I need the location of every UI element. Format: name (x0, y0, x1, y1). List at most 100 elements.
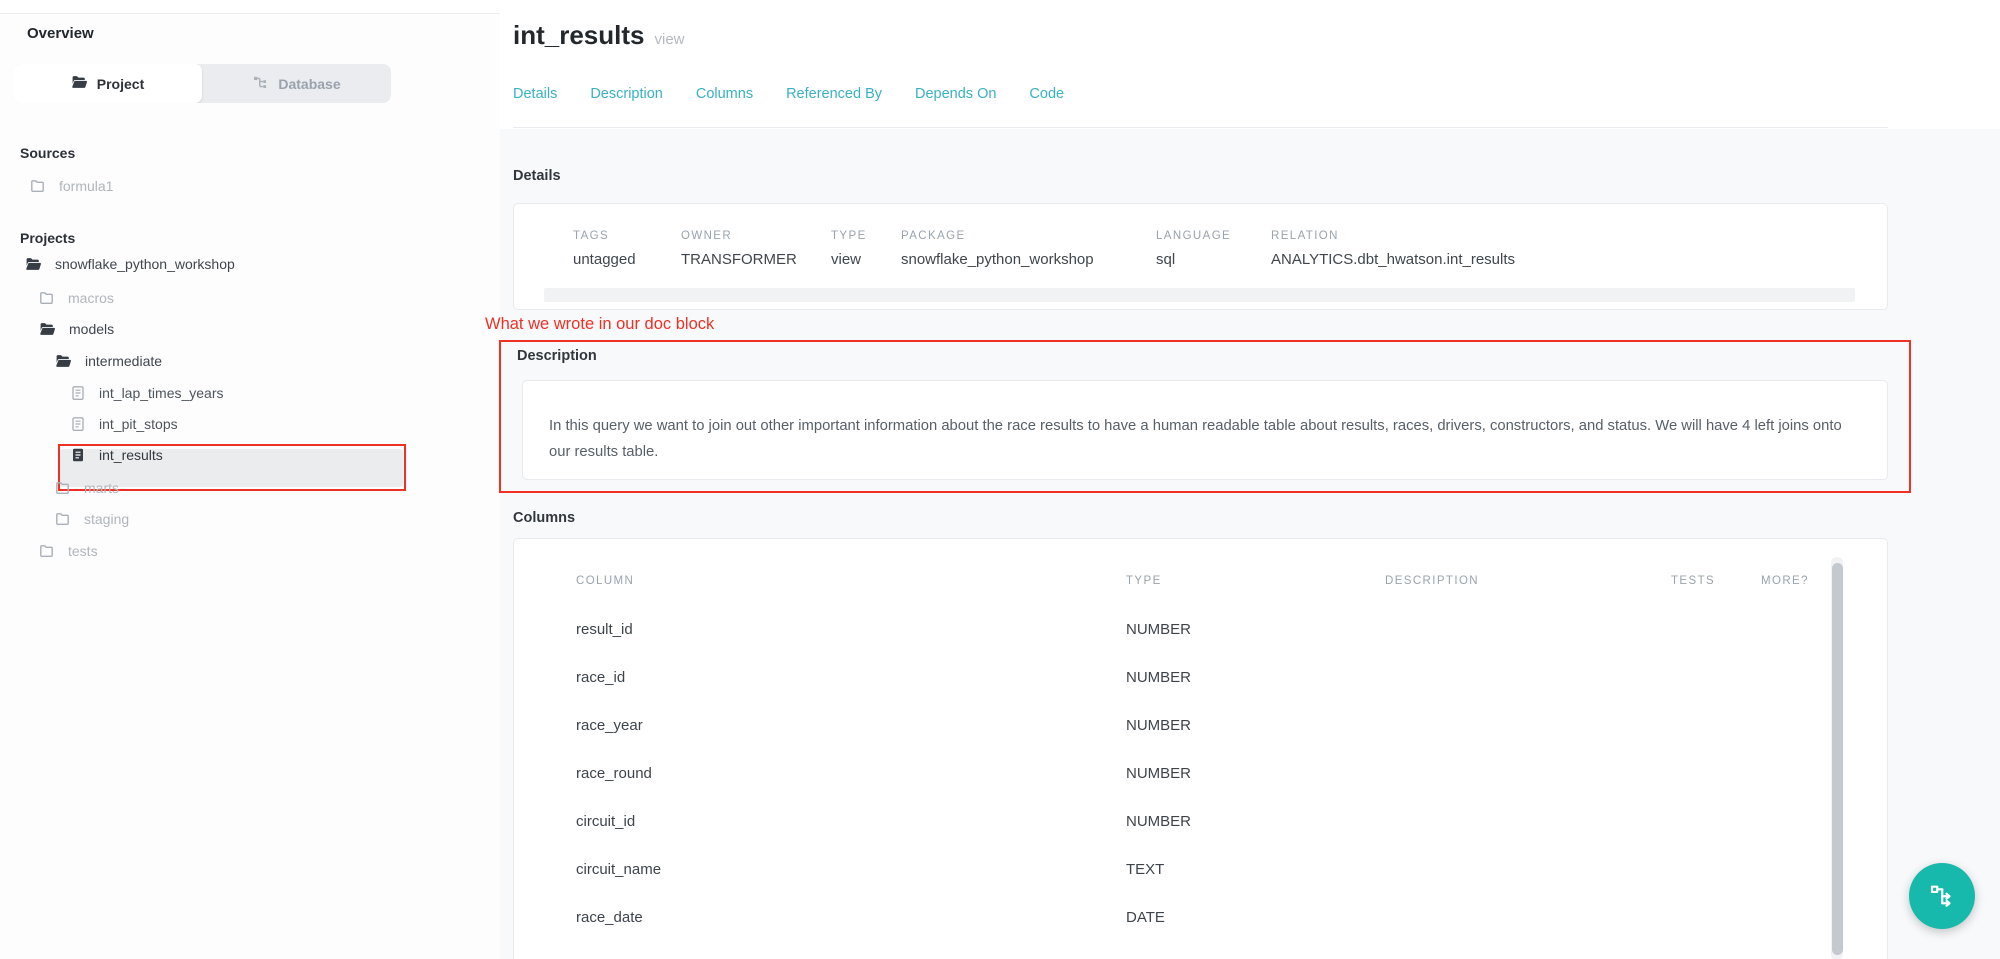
tab-referenced-by[interactable]: Referenced By (786, 86, 882, 102)
tree-item-intermediate[interactable]: intermediate (55, 346, 162, 376)
folder-open-icon (55, 353, 72, 370)
document-filled-icon (70, 447, 86, 463)
tree-item-label: snowflake_python_workshop (55, 256, 235, 272)
cell-column-name: circuit_id (576, 813, 1126, 830)
cell-column-name: race_date (576, 909, 1126, 926)
table-row-race_time[interactable]: race_time TIME (514, 941, 1887, 959)
toggle-database-button[interactable]: Database (202, 64, 391, 103)
column-header-type: TYPE (1126, 575, 1162, 587)
tree-item-int_pit_stops[interactable]: int_pit_stops (70, 409, 178, 439)
cell-column-name: result_id (576, 621, 1126, 638)
folder-open-icon (39, 321, 56, 338)
folder-icon (30, 178, 46, 194)
details-field-owner: OWNER TRANSFORMER (681, 230, 797, 268)
cell-column-name: race_round (576, 765, 1126, 782)
view-toggle: Project Database (13, 64, 391, 103)
toggle-project-label: Project (97, 76, 144, 92)
materialization-badge: view (655, 31, 685, 48)
source-item-label: formula1 (59, 178, 113, 194)
toggle-database-label: Database (278, 76, 340, 92)
column-header-more: MORE? (1761, 575, 1809, 587)
lineage-graph-button[interactable] (1909, 863, 1975, 929)
tree-item-int_lap_times_years[interactable]: int_lap_times_years (70, 378, 224, 408)
projects-section-label: Projects (20, 230, 75, 246)
details-card: TAGS untagged OWNER TRANSFORMER TYPE vie… (513, 203, 1888, 310)
tree-item-label: models (69, 321, 114, 337)
model-name: int_results (513, 20, 645, 50)
tab-details[interactable]: Details (513, 86, 557, 102)
field-value: ANALYTICS.dbt_hwatson.int_results (1271, 251, 1515, 268)
folder-open-icon (25, 256, 42, 273)
cell-column-type: DATE (1126, 909, 1165, 926)
cell-column-type: NUMBER (1126, 813, 1191, 830)
tree-item-staging[interactable]: staging (55, 504, 129, 534)
folder-open-icon (71, 74, 88, 94)
field-label: OWNER (681, 230, 797, 242)
field-label: LANGUAGE (1156, 230, 1231, 242)
details-field-tags: TAGS untagged (573, 230, 636, 268)
folder-icon (55, 511, 71, 527)
cell-column-name: race_id (576, 669, 1126, 686)
column-header-description: DESCRIPTION (1385, 575, 1479, 587)
field-label: TAGS (573, 230, 636, 242)
tab-bar: Details Description Columns Referenced B… (513, 86, 1064, 102)
table-row-race_year[interactable]: race_year NUMBER (514, 701, 1887, 749)
details-field-type: TYPE view (831, 230, 867, 268)
field-value: untagged (573, 251, 636, 268)
table-row-circuit_id[interactable]: circuit_id NUMBER (514, 797, 1887, 845)
table-scrollbar-thumb[interactable] (1832, 563, 1843, 955)
columns-table-body: result_id NUMBER race_id NUMBER race_yea… (514, 605, 1887, 959)
table-row-race_round[interactable]: race_round NUMBER (514, 749, 1887, 797)
column-header-tests: TESTS (1671, 575, 1715, 587)
tree-item-int_results[interactable]: int_results (70, 440, 163, 470)
tab-depends-on[interactable]: Depends On (915, 86, 996, 102)
field-value: sql (1156, 251, 1231, 268)
description-card: In this query we want to join out other … (522, 380, 1888, 480)
tree-item-macros[interactable]: macros (39, 283, 114, 313)
sources-section-label: Sources (20, 145, 75, 161)
field-label: TYPE (831, 230, 867, 242)
cell-column-type: NUMBER (1126, 765, 1191, 782)
cell-column-type: NUMBER (1126, 669, 1191, 686)
tree-item-label: int_pit_stops (99, 416, 178, 432)
cell-column-name: race_year (576, 717, 1126, 734)
database-tree-icon (252, 74, 269, 94)
dbt-docs-app: Overview Project Database Sources formul… (0, 0, 2000, 959)
cell-column-type: NUMBER (1126, 621, 1191, 638)
lineage-graph-icon (1927, 881, 1957, 911)
table-row-result_id[interactable]: result_id NUMBER (514, 605, 1887, 653)
header-divider (513, 127, 1888, 128)
table-row-race_id[interactable]: race_id NUMBER (514, 653, 1887, 701)
folder-icon (39, 290, 55, 306)
field-label: PACKAGE (901, 230, 1094, 242)
tree-item-label: macros (68, 290, 114, 306)
details-field-relation: RELATION ANALYTICS.dbt_hwatson.int_resul… (1271, 230, 1515, 268)
page-title: int_results view (513, 20, 685, 51)
table-row-circuit_name[interactable]: circuit_name TEXT (514, 845, 1887, 893)
tree-item-tests[interactable]: tests (39, 536, 98, 566)
sidebar: Overview Project Database Sources formul… (0, 13, 500, 959)
field-value: TRANSFORMER (681, 251, 797, 268)
toggle-project-button[interactable]: Project (13, 64, 202, 103)
tree-item-models[interactable]: models (39, 314, 114, 344)
source-item-formula1[interactable]: formula1 (30, 171, 113, 201)
tab-columns[interactable]: Columns (696, 86, 753, 102)
document-icon (70, 385, 86, 401)
columns-section-heading: Columns (513, 510, 575, 526)
cell-column-type: TEXT (1126, 861, 1164, 878)
tree-item-snowflake_python_workshop[interactable]: snowflake_python_workshop (25, 249, 235, 279)
sidebar-title: Overview (27, 25, 94, 42)
table-row-race_date[interactable]: race_date DATE (514, 893, 1887, 941)
folder-icon (39, 543, 55, 559)
tab-code[interactable]: Code (1029, 86, 1064, 102)
details-field-language: LANGUAGE sql (1156, 230, 1231, 268)
tree-item-label: intermediate (85, 353, 162, 369)
tree-item-marts[interactable]: marts (55, 473, 119, 503)
tree-item-label: int_results (99, 447, 163, 463)
column-header-column: COLUMN (576, 575, 634, 587)
field-value: view (831, 251, 867, 268)
description-text: In this query we want to join out other … (549, 413, 1864, 465)
columns-card: COLUMN TYPE DESCRIPTION TESTS MORE? resu… (513, 538, 1888, 959)
folder-icon (55, 480, 71, 496)
tab-description[interactable]: Description (590, 86, 663, 102)
